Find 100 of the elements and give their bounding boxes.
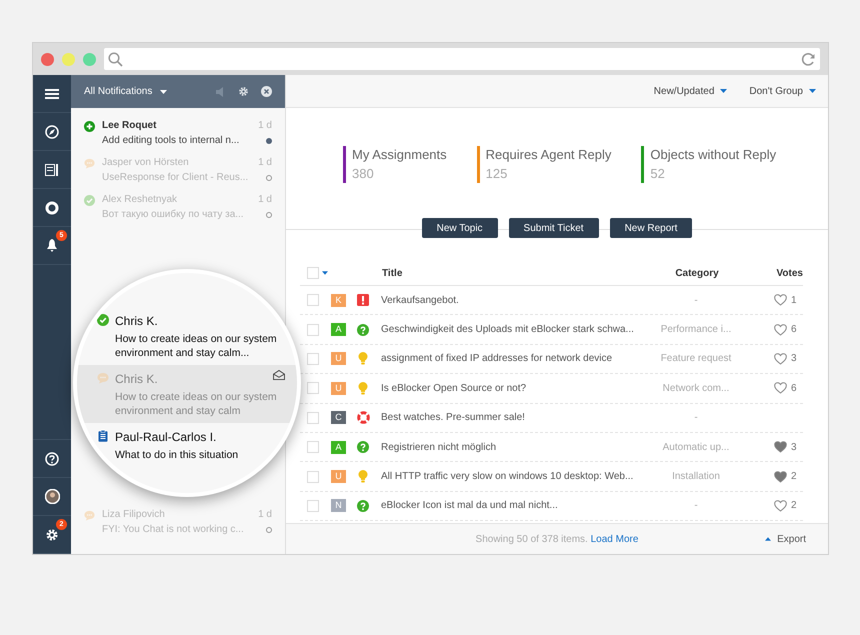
category-label: Performance i... (660, 323, 732, 338)
notification-item[interactable]: Lee Roquet 1 d Add editing tools to internal n... (71, 112, 285, 149)
message-preview: How to create ideas on our system environment and stay calm... (115, 332, 278, 360)
topic-title[interactable]: Best watches. Pre-summer sale! (381, 410, 656, 426)
reload-icon[interactable] (801, 52, 816, 66)
table-row[interactable]: K Verkaufsangebot. - 1 (300, 286, 803, 316)
heart-icon[interactable] (774, 470, 787, 483)
stat-card[interactable]: Objects without Reply 52 (641, 146, 776, 218)
stat-card[interactable]: My Assignments 380 (343, 146, 447, 218)
action-button[interactable]: New Report (610, 218, 692, 238)
row-checkbox[interactable] (307, 294, 319, 306)
table-row[interactable]: A Registrieren nicht möglich Automatic up... 3 (300, 432, 803, 462)
table-row[interactable]: N eBlocker Icon ist mal da und mal nicht... - 2 (300, 492, 803, 522)
column-header[interactable]: Category (657, 266, 737, 280)
vote-count: 2 (791, 499, 797, 514)
heart-icon[interactable] (774, 382, 787, 394)
magnified-notification[interactable]: Paul-Raul-Carlos I. What to do in this situation (77, 423, 297, 467)
caret-icon[interactable] (322, 271, 328, 275)
stat-label: My Assignments (352, 146, 447, 164)
chat-bubble-icon (84, 510, 95, 521)
row-checkbox[interactable] (307, 382, 319, 394)
status-letter: U (331, 470, 346, 484)
showing-count: Showing 50 of 378 items. (476, 534, 588, 544)
heart-icon[interactable] (774, 352, 787, 365)
settings-icon (45, 528, 59, 542)
topic-title[interactable]: eBlocker Icon ist mal da und mal nicht... (381, 498, 656, 514)
settings-icon[interactable] (238, 86, 249, 97)
stat-label: Objects without Reply (650, 146, 776, 164)
column-header[interactable]: Votes (737, 266, 803, 280)
sort-dropdown[interactable]: New/Updated (654, 84, 728, 98)
column-header[interactable]: Title (382, 266, 657, 280)
topic-title[interactable]: Geschwindigkeit des Uploads mit eBlocker stark schwa... (381, 322, 656, 338)
category-label: Network com... (662, 382, 730, 396)
message-preview: Add editing tools to internal n... (102, 134, 240, 148)
heart-icon[interactable] (774, 324, 787, 336)
vote-count: 1 (791, 294, 797, 308)
lifebuoy-icon (356, 411, 370, 424)
status-letter: A (331, 440, 346, 454)
question-icon (357, 441, 369, 454)
heart-icon[interactable] (774, 441, 787, 454)
action-button[interactable]: Submit Ticket (508, 218, 599, 238)
check-icon (84, 195, 95, 206)
table-row[interactable]: U Is eBlocker Open Source or not? Network com... 6 (300, 374, 803, 404)
group-dropdown[interactable]: Don't Group (749, 84, 816, 98)
sender-name: Paul-Raul-Carlos I. (115, 429, 216, 446)
notifications-filter-dropdown[interactable]: All Notifications (84, 84, 168, 99)
row-checkbox[interactable] (307, 470, 319, 483)
sender-name: Chris K. (115, 371, 158, 388)
close-icon[interactable] (261, 86, 272, 97)
category-label: - (693, 411, 699, 426)
envelope-icon[interactable] (273, 370, 285, 380)
export-button[interactable]: Export (765, 532, 806, 546)
lightbulb-icon (358, 382, 368, 395)
heart-icon[interactable] (774, 294, 787, 306)
vote-count: 6 (791, 382, 797, 396)
table-row[interactable]: C Best watches. Pre-summer sale! - (300, 404, 803, 433)
caret-icon (809, 89, 816, 93)
heart-icon[interactable] (774, 500, 787, 512)
sender-name: Jasper von Hörsten (102, 156, 189, 170)
table-row[interactable]: U assignment of fixed IP addresses for network device Feature request 3 (300, 344, 803, 374)
message-preview: How to create ideas on our system environment and stay calm (115, 390, 278, 418)
topic-title[interactable]: All HTTP traffic very slow on windows 10 desktop: Web... (381, 469, 656, 484)
category-label: - (693, 294, 699, 308)
lightbulb-icon (358, 352, 368, 366)
close-window-icon[interactable] (41, 52, 54, 66)
time-label: 1 d (258, 119, 272, 133)
load-more-link[interactable]: Load More (590, 534, 638, 544)
topic-title[interactable]: Registrieren nicht möglich (381, 440, 656, 455)
table-row[interactable]: A Geschwindigkeit des Uploads mit eBlocker stark schwa... Performance i... 6 (300, 315, 803, 345)
clipboard-icon (97, 430, 109, 442)
topic-title[interactable]: Is eBlocker Open Source or not? (381, 380, 656, 396)
row-checkbox[interactable] (307, 412, 319, 424)
sender-name: Lee Roquet (102, 119, 156, 133)
alert-icon (357, 294, 369, 306)
sender-name: Chris K. (115, 313, 158, 330)
action-button[interactable]: New Topic (422, 218, 498, 238)
compass-icon (45, 124, 59, 138)
time-label: 1 d (258, 156, 272, 170)
caret-icon (720, 89, 728, 93)
time-label: 1 d (258, 193, 272, 207)
vote-count: 3 (791, 352, 797, 366)
sender-name: Liza Filipovich (102, 508, 165, 522)
row-checkbox[interactable] (307, 324, 319, 336)
table-row[interactable]: U All HTTP traffic very slow on windows 10 desktop: Web... Installation 2 (300, 462, 803, 492)
vote-count: 2 (791, 470, 797, 484)
row-checkbox[interactable] (307, 352, 319, 365)
time-label: 1 d (258, 508, 272, 522)
plus-icon (84, 121, 95, 132)
chat-bubble-icon (84, 158, 95, 169)
bell-icon (46, 239, 58, 252)
row-checkbox[interactable] (307, 500, 319, 512)
message-preview: What to do in this situation (115, 448, 240, 462)
select-all-checkbox[interactable] (307, 267, 319, 279)
category-label: Installation (671, 470, 721, 484)
row-checkbox[interactable] (307, 441, 319, 454)
topic-title[interactable]: assignment of fixed IP addresses for network device (381, 351, 656, 366)
magnified-notification[interactable]: Chris K. How to create ideas on our system environment and stay calm... (77, 307, 297, 365)
message-preview: FYI: You Chat is not working c... (102, 523, 244, 537)
stat-card[interactable]: Requires Agent Reply 125 (476, 146, 612, 218)
topic-title[interactable]: Verkaufsangebot. (381, 292, 656, 308)
